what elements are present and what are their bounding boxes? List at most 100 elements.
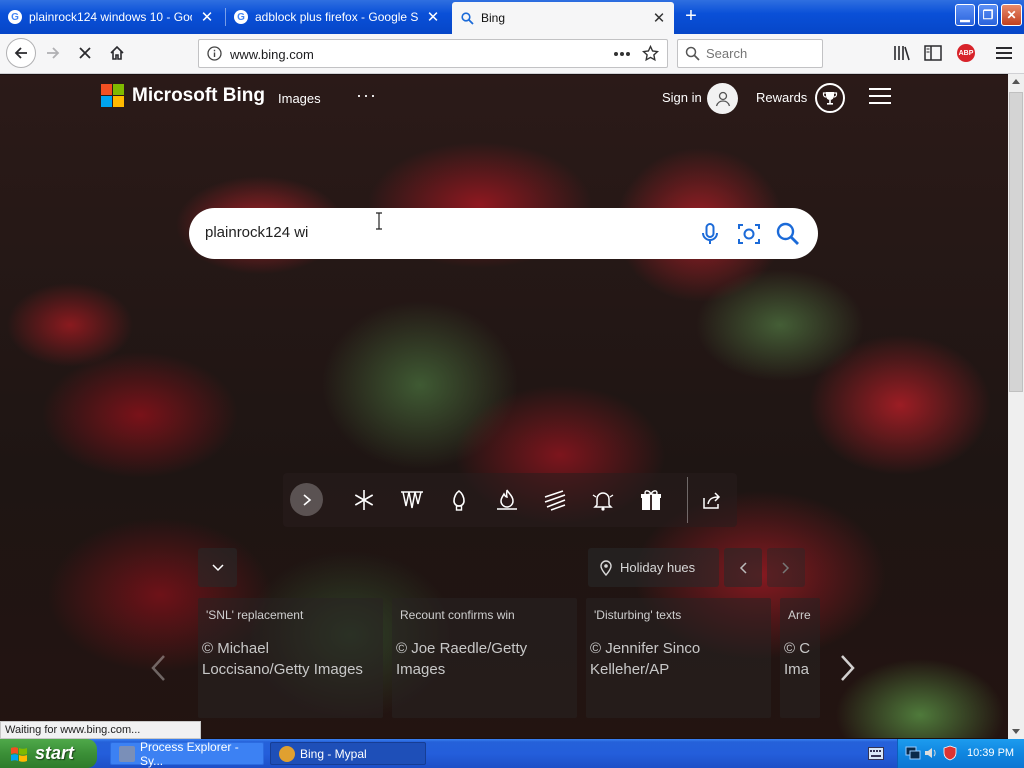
news-title: 'Disturbing' texts <box>594 608 682 622</box>
bing-logo[interactable]: Microsoft Bing <box>101 84 265 107</box>
icon-bar-divider <box>687 477 688 523</box>
fireplace-icon[interactable] <box>494 487 520 513</box>
back-button[interactable] <box>6 38 36 68</box>
collapse-button[interactable] <box>198 548 237 587</box>
icicles-icon[interactable] <box>399 487 425 513</box>
microphone-icon[interactable] <box>697 221 723 247</box>
scroll-down-icon <box>1012 729 1020 734</box>
minimize-button[interactable]: ▁ <box>955 4 975 26</box>
tab-google-search-1[interactable]: G plainrock124 windows 10 - Google ✕ <box>0 3 222 31</box>
tab-google-search-2[interactable]: G adblock plus firefox - Google Sear ✕ <box>226 3 448 31</box>
taskbar-item-bing[interactable]: Bing - Mypal <box>270 742 426 765</box>
status-bar: Waiting for www.bing.com... <box>0 721 201 739</box>
bing-search-box[interactable] <box>189 208 818 259</box>
chevron-right-icon <box>782 561 790 574</box>
windows-logo-icon <box>11 746 27 762</box>
network-icon[interactable] <box>905 745 921 761</box>
library-icon[interactable] <box>892 44 912 65</box>
avatar[interactable] <box>707 83 738 114</box>
close-window-button[interactable]: ✕ <box>1001 4 1022 26</box>
vertical-scrollbar[interactable] <box>1008 74 1024 739</box>
arrow-right-icon <box>47 47 60 59</box>
security-shield-icon[interactable] <box>942 745 958 761</box>
visual-search-icon[interactable] <box>736 221 762 247</box>
news-title: 'SNL' replacement <box>206 608 304 622</box>
google-icon: G <box>8 10 22 24</box>
info-icon[interactable] <box>207 46 222 64</box>
sidebar-icon[interactable] <box>924 45 942 64</box>
news-credit: © Jennifer Sinco Kelleher/AP <box>590 640 701 678</box>
location-pin-icon <box>600 559 612 576</box>
search-submit-icon[interactable] <box>775 221 801 247</box>
previous-image-button[interactable] <box>724 548 762 587</box>
snowflake-icon[interactable] <box>351 487 377 513</box>
browser-tab-bar: G plainrock124 windows 10 - Google ✕ G a… <box>0 0 1024 34</box>
home-button[interactable] <box>102 38 132 68</box>
scroll-thumb[interactable] <box>1009 92 1023 392</box>
start-button[interactable]: start <box>0 739 97 768</box>
arrow-left-icon <box>14 47 27 59</box>
expand-button[interactable] <box>290 483 323 516</box>
news-card[interactable]: Arre © C Ima <box>780 598 820 718</box>
close-tab-icon[interactable]: ✕ <box>426 8 440 26</box>
browser-search-box[interactable] <box>677 39 823 68</box>
news-credit: © C Ima <box>784 640 811 678</box>
url-text[interactable]: www.bing.com <box>230 47 314 62</box>
restore-button[interactable]: ❐ <box>978 4 998 26</box>
news-credit: © Michael Loccisano/Getty Images <box>202 640 363 678</box>
forward-button[interactable] <box>38 38 68 68</box>
share-icon[interactable] <box>699 487 725 513</box>
sign-in-link[interactable]: Sign in <box>662 90 702 105</box>
stop-icon <box>79 47 91 59</box>
rewards-link[interactable]: Rewards <box>756 90 807 105</box>
search-input[interactable] <box>706 46 816 61</box>
address-bar[interactable]: www.bing.com <box>198 39 668 68</box>
nav-more-button[interactable]: ··· <box>356 85 377 106</box>
user-icon <box>715 91 730 106</box>
mypal-browser-icon <box>279 745 295 762</box>
tab-label: adblock plus firefox - Google Sear <box>255 10 418 24</box>
trophy-icon[interactable] <box>815 83 845 113</box>
light-bulb-icon[interactable] <box>446 487 472 513</box>
next-image-button[interactable] <box>767 548 805 587</box>
image-info-button[interactable]: Holiday hues <box>588 548 719 587</box>
gift-icon[interactable] <box>638 487 664 513</box>
tab-label: plainrock124 windows 10 - Google <box>29 10 192 24</box>
tab-bing[interactable]: Bing ✕ <box>452 2 674 34</box>
search-icon <box>685 46 700 64</box>
news-title: Recount confirms win <box>400 608 515 622</box>
navigation-toolbar: www.bing.com ABP <box>0 34 1024 74</box>
news-prev-chevron-icon[interactable] <box>148 653 170 683</box>
news-card[interactable]: 'Disturbing' texts © Jennifer Sinco Kell… <box>586 598 771 718</box>
clock[interactable]: 10:39 PM <box>967 747 1014 759</box>
tab-label: Bing <box>481 11 506 25</box>
bing-menu-icon[interactable] <box>869 88 891 104</box>
chevron-right-icon <box>302 493 311 506</box>
volume-icon[interactable] <box>923 745 939 761</box>
news-next-chevron-icon[interactable] <box>836 653 858 683</box>
keyboard-icon[interactable] <box>868 747 884 760</box>
news-credit: © Joe Raedle/Getty Images <box>396 640 528 678</box>
bell-icon[interactable] <box>590 487 616 513</box>
news-card[interactable]: Recount confirms win © Joe Raedle/Getty … <box>392 598 577 718</box>
image-title: Holiday hues <box>620 560 696 575</box>
new-tab-button[interactable]: + <box>680 4 702 28</box>
news-card[interactable]: 'SNL' replacement © Michael Loccisano/Ge… <box>198 598 383 718</box>
microsoft-logo-icon <box>101 84 124 107</box>
page-actions-icon[interactable] <box>613 48 631 62</box>
adblock-plus-icon[interactable]: ABP <box>957 44 975 62</box>
holiday-icon-bar <box>283 473 737 527</box>
text-cursor-icon <box>376 212 382 230</box>
stop-button[interactable] <box>70 38 100 68</box>
close-tab-icon[interactable]: ✕ <box>200 8 214 26</box>
bing-search-input[interactable] <box>205 224 685 241</box>
hamburger-menu-icon[interactable] <box>996 46 1012 63</box>
nav-link-images[interactable]: Images <box>278 91 321 106</box>
wind-snow-icon[interactable] <box>542 487 568 513</box>
bookmark-star-icon[interactable] <box>641 44 660 65</box>
task-label: Process Explorer - Sy... <box>140 739 239 768</box>
taskbar-item-process-explorer[interactable]: Process Explorer - Sy... <box>110 739 264 768</box>
close-tab-icon[interactable]: ✕ <box>652 9 666 27</box>
system-tray: 10:39 PM <box>897 739 1024 768</box>
search-icon <box>460 11 474 25</box>
